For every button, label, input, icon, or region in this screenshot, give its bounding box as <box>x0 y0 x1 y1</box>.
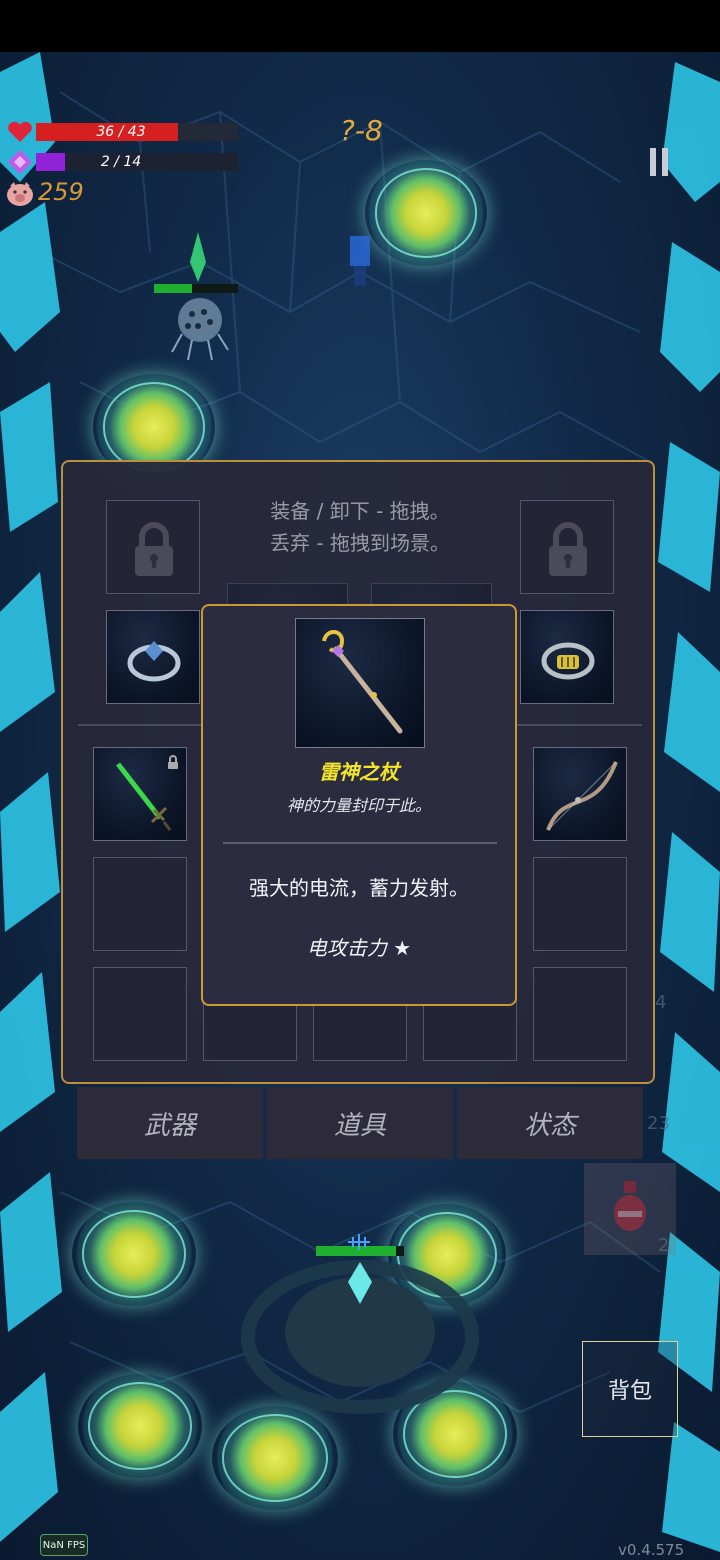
hp-text: 36 / 43 <box>96 124 146 140</box>
crystal-wall-left <box>0 52 62 1542</box>
bag-slot-green-sword[interactable] <box>93 747 187 841</box>
status-bar <box>0 0 720 52</box>
inventory-tabs: 武器 道具 状态 <box>77 1087 643 1159</box>
locked-slot[interactable] <box>106 500 200 594</box>
small-lock-icon <box>168 755 178 769</box>
bow-icon <box>546 761 618 831</box>
tab-weapons[interactable]: 武器 <box>77 1087 263 1159</box>
lock-icon <box>549 522 587 576</box>
tooltip-item-effect: 强大的电流，蓄力发射。 <box>249 876 469 900</box>
thunder-staff-icon <box>322 630 403 734</box>
player-character <box>350 236 370 286</box>
pause-button[interactable] <box>648 148 672 176</box>
enemy-creature <box>154 232 238 361</box>
equip-slot-ring[interactable] <box>106 610 200 704</box>
stage-indicator: ?-8 <box>340 114 383 147</box>
portal <box>72 1202 196 1306</box>
hp-bar: 36 / 43 <box>36 123 238 141</box>
portal <box>365 160 487 266</box>
gold-ring-icon <box>541 642 595 680</box>
potion-count: 2 <box>658 1235 670 1256</box>
bag-slot[interactable] <box>93 857 187 951</box>
tooltip-item-attribute: 电攻击力 ★ <box>306 936 412 960</box>
portal <box>78 1374 202 1478</box>
heart-icon <box>6 120 34 144</box>
silver-ring-icon <box>127 641 181 682</box>
tooltip-item-name: 雷神之杖 <box>319 760 399 784</box>
tooltip-item-description: 神的力量封印于此。 <box>286 796 431 815</box>
mp-text: 2 / 14 <box>100 154 142 170</box>
locked-slot[interactable] <box>520 500 614 594</box>
tab-items[interactable]: 道具 <box>267 1087 453 1159</box>
bag-slot[interactable] <box>533 857 627 951</box>
tooltip-divider <box>223 842 497 844</box>
side-count: 23 <box>647 1113 670 1134</box>
side-count: 4 <box>655 992 667 1013</box>
rock-boss <box>241 1246 479 1414</box>
bag-slot[interactable] <box>533 967 627 1061</box>
tab-status[interactable]: 状态 <box>457 1087 643 1159</box>
bag-slot[interactable] <box>93 967 187 1061</box>
version-label: v0.4.575 <box>618 1541 685 1559</box>
crystal-wall-right <box>658 62 720 1552</box>
lock-icon <box>135 522 173 576</box>
target-marker-icon <box>346 1232 372 1252</box>
fps-counter: NaN FPS <box>40 1534 88 1556</box>
mana-gem-icon <box>6 148 34 176</box>
bag-slot-bow[interactable] <box>533 747 627 841</box>
tooltip-item-image <box>295 618 425 748</box>
pig-coin-icon <box>4 180 36 208</box>
equip-slot-gold-ring[interactable] <box>520 610 614 704</box>
coin-count: 259 <box>38 178 84 206</box>
mp-bar: 2 / 14 <box>36 153 238 171</box>
backpack-button[interactable]: 背包 <box>582 1341 678 1437</box>
